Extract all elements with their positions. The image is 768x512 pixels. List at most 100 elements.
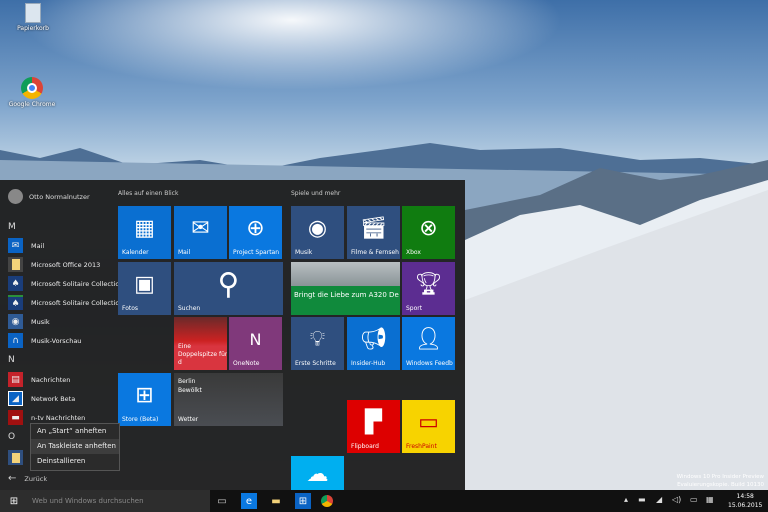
tile-store[interactable]: ⊞ Store (Beta) [118,373,171,426]
app-solitaire[interactable]: ♠ Microsoft Solitaire Collection [8,276,123,291]
tile-freshpaint[interactable]: ▭ FreshPaint [402,400,455,453]
skype-icon: ☁ [306,462,329,487]
app-solitaire-2[interactable]: ♠ Microsoft Solitaire Collection... [8,295,130,310]
mail-icon: ✉ [8,238,23,253]
cards-icon: ♠ [8,295,23,310]
chrome-icon[interactable] [321,495,333,507]
lightbulb-icon: 💡︎ [309,327,326,352]
user-account[interactable]: Otto Normalnutzer [8,189,90,204]
flipboard-icon: ▛ [365,410,382,435]
group-title[interactable]: Spiele und mehr [291,190,340,197]
tile-onenote[interactable]: N OneNote [229,317,282,370]
wifi-icon[interactable]: ◢ [656,495,662,504]
show-hidden-icons[interactable]: ▴ [624,495,628,504]
app-label: Musik-Vorschau [31,336,82,345]
tile-musik[interactable]: ◉ Musik [291,206,344,259]
tile-label: Suchen [178,305,201,312]
app-label: Microsoft Office 2013 [31,260,101,269]
tile-label: Xbox [406,249,421,256]
tile-suchen[interactable]: ⚲ Suchen [174,262,283,315]
group-title[interactable]: Alles auf einen Blick [118,190,178,197]
tile-label: Project Spartan [233,249,280,256]
clapper-icon: 🎬︎ [359,216,388,241]
menu-item-uninstall[interactable]: Deinstallieren [31,454,119,469]
tile-fotos[interactable]: ▣ Fotos [118,262,171,315]
tile-sport[interactable]: 🏆︎ Sport [402,262,455,315]
tile-label: Insider-Hub [351,360,386,367]
app-musik-vorschau[interactable]: ∩ Musik-Vorschau [8,333,81,348]
windows-start-icon[interactable]: ⊞ [0,496,28,507]
search-box[interactable]: ⊞ Web und Windows durchsuchen [0,490,210,512]
tile-xbox[interactable]: ⊗ Xbox [402,206,455,259]
tile-filme[interactable]: 🎬︎ Filme & Fernseh [347,206,400,259]
tile-windows-feedback[interactable]: 👤︎ Windows Feedb [402,317,455,370]
section-letter-o[interactable]: O [8,432,15,442]
tile-label: Windows Feedb [406,360,453,367]
section-letter-n[interactable]: N [8,355,15,365]
section-letter-m[interactable]: M [8,222,16,232]
file-explorer-icon[interactable]: ▬ [268,493,284,509]
watermark-line: Windows 10 Pro Insider Preview [676,474,764,480]
desktop-icon-recycle-bin[interactable]: Papierkorb [8,3,58,32]
tile-label: Kalender [122,249,149,256]
avatar [8,189,23,204]
desktop-icon-chrome[interactable]: Google Chrome [7,77,57,108]
app-musik[interactable]: ◉ Musik [8,314,50,329]
desktop-icon-label: Google Chrome [8,101,56,108]
app-mail[interactable]: ✉ Mail [8,238,44,253]
tile-label: Musik [295,249,313,256]
app-network-beta[interactable]: ◢ Network Beta [8,391,75,406]
clock[interactable]: 14:58 15.06.2015 [728,492,762,510]
chrome-icon [21,77,43,99]
tile-skype[interactable]: ☁ [291,456,344,490]
ntv-icon: ▬ [8,410,23,425]
back-button[interactable]: ← Zurück [8,473,47,484]
tile-label: Filme & Fernseh [351,249,399,256]
recycle-bin-icon [25,3,41,23]
tile-label: FreshPaint [406,443,437,450]
tile-wetter[interactable]: Berlin Bewölkt Wetter [174,373,283,426]
tile-mail[interactable]: ✉ Mail [174,206,227,259]
task-view-icon[interactable]: ▭ [214,493,230,509]
build-watermark: Windows 10 Pro Insider Preview Evaluieru… [677,473,764,489]
time: 14:58 [736,493,754,500]
tile-a320-news[interactable]: Bringt die Liebe zum A320 De [291,262,400,315]
app-label: Musik [31,317,50,326]
tile-insider-hub[interactable]: 📢︎ Insider-Hub [347,317,400,370]
folder-icon [8,450,23,465]
tile-label: Mail [178,249,191,256]
user-name: Otto Normalnutzer [29,192,90,201]
weather-city: Berlin [178,378,196,385]
app-o-item[interactable] [8,450,23,465]
menu-item-pin-taskbar[interactable]: An Taskleiste anheften [31,439,119,454]
app-nachrichten[interactable]: ▤ Nachrichten [8,372,70,387]
headphones-icon: ∩ [8,333,23,348]
battery-icon[interactable]: ▬ [638,495,646,504]
date: 15.06.2015 [728,502,763,509]
tile-headline: Bringt die Liebe zum A320 De [294,291,399,299]
back-label: Zurück [24,474,48,483]
tile-news[interactable]: Eine Doppelspitze für d [174,317,227,370]
tile-flipboard[interactable]: ▛ Flipboard [347,400,400,453]
search-icon: ⚲ [217,267,240,302]
tile-label: Wetter [178,416,199,423]
menu-item-pin-start[interactable]: An „Start“ anheften [31,424,119,439]
context-menu: An „Start“ anheften An Taskleiste anheft… [30,423,120,471]
photo-icon: ▣ [134,272,155,297]
feedback-person-icon: 👤︎ [414,327,443,352]
ie-icon[interactable]: e [241,493,257,509]
tile-erste-schritte[interactable]: 💡︎ Erste Schritte [291,317,344,370]
network-icon: ◢ [8,391,23,406]
desktop-icon-label: Papierkorb [17,25,49,32]
app-office[interactable]: Microsoft Office 2013⌄ [8,257,128,272]
volume-icon[interactable]: ◁) [672,495,681,504]
app-label: Network Beta [31,394,76,403]
folder-icon [8,257,23,272]
tile-kalender[interactable]: ▦ Kalender [118,206,171,259]
action-center-icon[interactable]: ▭ [690,495,698,504]
tile-project-spartan[interactable]: ⊕ Project Spartan [229,206,282,259]
cards-icon: ♠ [8,276,23,291]
keyboard-icon[interactable]: ▦ [706,495,714,504]
store-icon[interactable]: ⊞ [295,493,311,509]
calendar-icon: ▦ [134,216,155,241]
